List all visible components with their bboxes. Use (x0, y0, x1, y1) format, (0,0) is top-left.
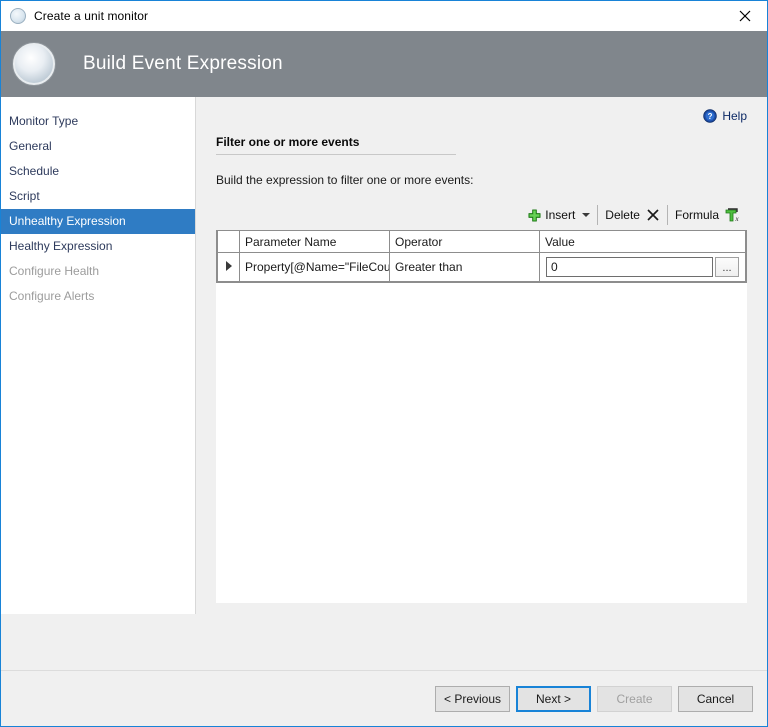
green-plus-icon (528, 208, 541, 222)
column-header-selector[interactable] (217, 230, 240, 253)
sidebar-item-schedule[interactable]: Schedule (1, 159, 195, 184)
sidebar-item-label: Monitor Type (9, 114, 79, 128)
sidebar-item-label: Healthy Expression (9, 239, 113, 253)
sidebar-item-healthy-expression[interactable]: Healthy Expression (1, 234, 195, 259)
page-banner: Build Event Expression (1, 31, 767, 97)
window-title: Create a unit monitor (34, 9, 149, 23)
sidebar-item-label: Configure Alerts (9, 289, 95, 303)
wizard-steps-sidebar: Monitor Type General Schedule Script Unh… (1, 97, 196, 614)
formula-button[interactable]: Formula x (668, 204, 747, 226)
delete-button[interactable]: Delete (598, 204, 667, 226)
column-header-operator[interactable]: Operator (389, 230, 540, 253)
sidebar-item-monitor-type[interactable]: Monitor Type (1, 109, 195, 134)
value-input[interactable] (546, 257, 713, 277)
svg-text:x: x (735, 215, 740, 223)
previous-button[interactable]: < Previous (435, 685, 510, 712)
page-title: Build Event Expression (83, 53, 283, 74)
insert-label: Insert (545, 208, 576, 222)
sidebar-item-label: Configure Health (9, 264, 100, 278)
svg-text:?: ? (708, 112, 713, 121)
sidebar-item-unhealthy-expression[interactable]: Unhealthy Expression (1, 209, 195, 234)
section-title: Filter one or more events (216, 135, 456, 155)
sidebar-item-label: General (9, 139, 52, 153)
row-selector-cell[interactable] (217, 252, 240, 282)
sidebar-item-label: Script (9, 189, 40, 203)
help-link[interactable]: ? Help (703, 109, 747, 123)
sidebar-item-label: Unhealthy Expression (9, 214, 126, 228)
column-header-parameter-name[interactable]: Parameter Name (239, 230, 390, 253)
help-row: ? Help (216, 97, 747, 131)
table-header-row: Parameter Name Operator Value (217, 230, 746, 253)
cell-parameter-name[interactable]: Property[@Name="FileCoun... (239, 252, 390, 282)
expression-grid-panel: Parameter Name Operator Value Property[@… (216, 230, 747, 603)
dialog-footer: < Previous Next > Create Cancel (1, 670, 767, 726)
sidebar-item-general[interactable]: General (1, 134, 195, 159)
title-bar: Create a unit monitor (1, 1, 767, 31)
sidebar-item-label: Schedule (9, 164, 60, 178)
delete-label: Delete (605, 208, 640, 222)
close-button[interactable] (722, 1, 767, 30)
next-button[interactable]: Next > (516, 685, 591, 712)
help-label: Help (722, 109, 747, 123)
instruction-text: Build the expression to filter one or mo… (216, 173, 474, 187)
chevron-down-icon (582, 213, 591, 217)
monitor-sphere-icon (13, 43, 55, 85)
sidebar-item-configure-health: Configure Health (1, 259, 195, 284)
circle-icon (10, 8, 26, 24)
dialog-body: Monitor Type General Schedule Script Unh… (1, 97, 767, 670)
column-header-value[interactable]: Value (539, 230, 746, 253)
sidebar-item-configure-alerts: Configure Alerts (1, 284, 195, 309)
cell-operator[interactable]: Greater than (389, 252, 540, 282)
formula-fx-icon: x (725, 207, 740, 223)
expression-toolbar: Insert Delete Formula x (216, 203, 747, 227)
cancel-button[interactable]: Cancel (678, 685, 753, 712)
value-editor: ... (545, 256, 740, 278)
table-row[interactable]: Property[@Name="FileCoun... Greater than… (217, 252, 746, 282)
cell-value[interactable]: ... (539, 252, 746, 282)
row-selector-arrow-icon (225, 261, 232, 271)
create-button: Create (597, 685, 672, 712)
help-circle-icon: ? (703, 109, 718, 123)
dialog-window: Create a unit monitor Build Event Expres… (0, 0, 768, 727)
content-panel: ? Help Filter one or more events Build t… (196, 97, 767, 670)
close-icon (739, 10, 750, 21)
sidebar-item-script[interactable]: Script (1, 184, 195, 209)
x-mark-icon (647, 209, 659, 221)
insert-button[interactable]: Insert (521, 204, 597, 226)
value-browse-button[interactable]: ... (715, 257, 739, 277)
formula-label: Formula (674, 208, 719, 222)
expression-grid: Parameter Name Operator Value Property[@… (216, 230, 747, 283)
